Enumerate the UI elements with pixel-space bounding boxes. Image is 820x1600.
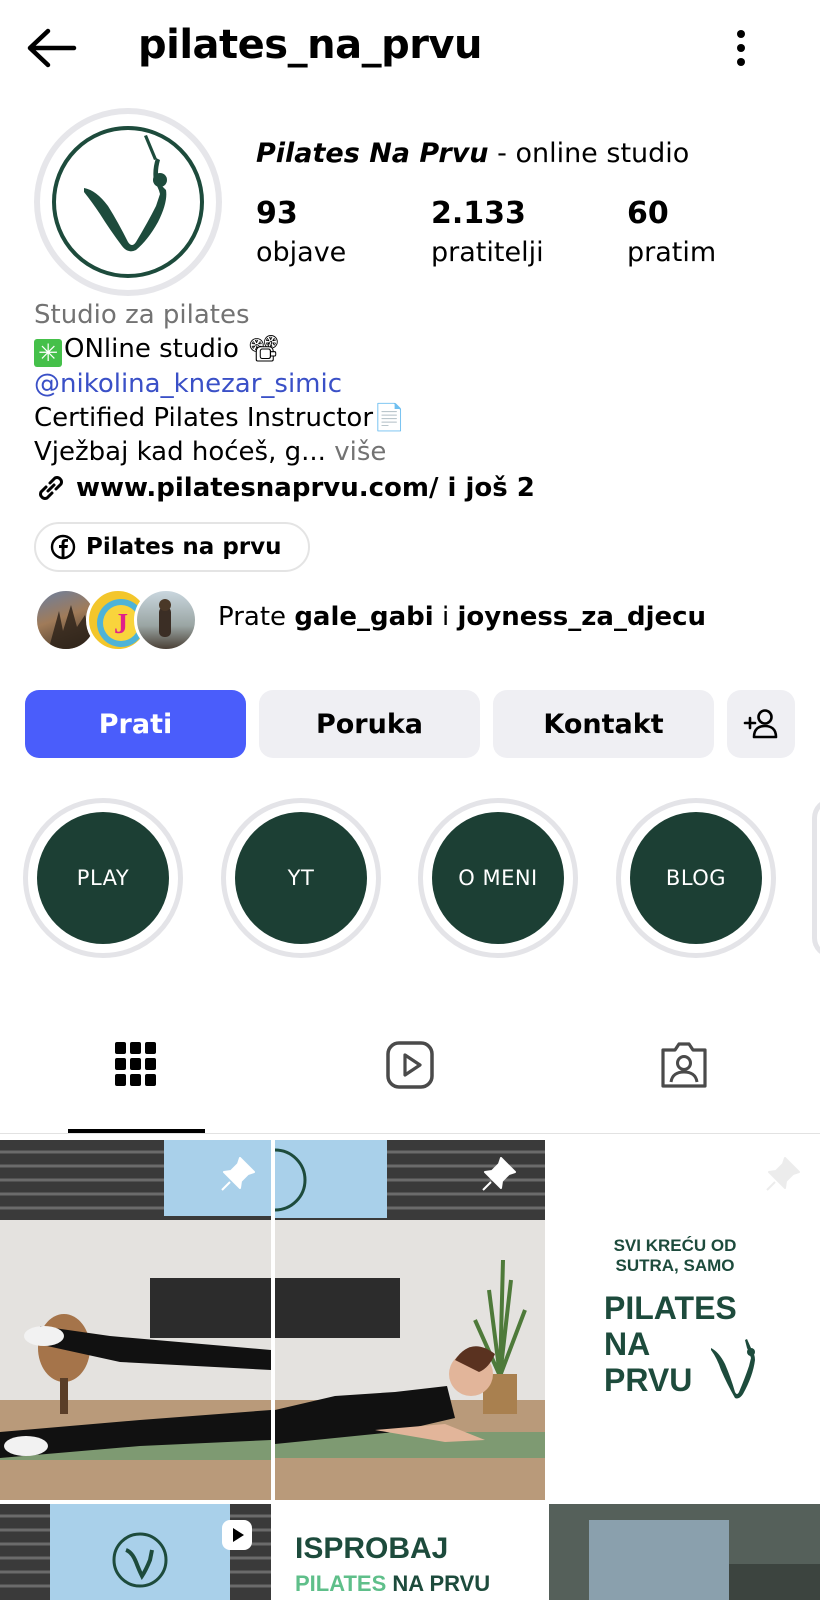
pin-icon xyxy=(221,1157,255,1191)
stat-followers-value: 2.133 xyxy=(431,196,526,231)
sparkle-icon: ✳ xyxy=(34,339,62,367)
highlight-next-peek[interactable] xyxy=(812,798,820,958)
profile-avatar[interactable] xyxy=(34,108,222,296)
stat-following[interactable]: 60 pratim xyxy=(627,196,716,268)
followed-by-user-2: joyness_za_djecu xyxy=(457,602,707,632)
add-person-icon xyxy=(743,709,778,739)
profile-full-name: Pilates Na Prvu - online studio xyxy=(256,138,689,169)
tab-tagged[interactable] xyxy=(548,1040,820,1130)
stat-followers[interactable]: 2.133 pratitelji xyxy=(431,196,544,268)
post-caption-small: SVI KREĆU OD SUTRA, SAMO xyxy=(549,1236,801,1276)
tabs-divider xyxy=(0,1133,820,1134)
reels-badge-icon xyxy=(222,1520,252,1550)
followed-by-prefix: Prate xyxy=(218,602,295,632)
highlight-label: O MENI xyxy=(432,812,564,944)
profile-category: Studio za pilates xyxy=(34,300,250,330)
highlight-play[interactable]: PLAY xyxy=(23,798,183,958)
post-caption-line: ISPROBAJ xyxy=(295,1532,449,1565)
followed-by-user-1: gale_gabi xyxy=(294,602,434,632)
post-caption-line: SUTRA, SAMO xyxy=(615,1256,735,1275)
highlight-label: YT xyxy=(235,812,367,944)
stat-posts[interactable]: 93 objave xyxy=(256,196,346,268)
highlight-o-meni[interactable]: O MENI xyxy=(418,798,578,958)
post-thumbnail[interactable] xyxy=(0,1140,271,1500)
pin-icon xyxy=(482,1157,516,1191)
followed-by[interactable]: J Prate gale_gabi i joyness_za_djecu xyxy=(34,586,794,654)
stat-following-label: pratim xyxy=(627,237,717,268)
post-caption-line: PILATES xyxy=(604,1290,737,1326)
stat-followers-label: pratitelji xyxy=(431,237,544,268)
facebook-page-chip[interactable]: Pilates na prvu xyxy=(34,522,310,572)
pilates-logo xyxy=(52,126,204,278)
follower-avatar xyxy=(134,588,198,652)
suggested-accounts-button[interactable] xyxy=(727,690,795,758)
bio-mention-link[interactable]: @nikolina_knezar_simic xyxy=(34,367,794,401)
post-caption-line: SVI KREĆU OD xyxy=(613,1236,737,1255)
contact-button[interactable]: Kontakt xyxy=(493,690,714,758)
tab-posts-grid[interactable] xyxy=(0,1040,272,1130)
bio-line-studio: ✳ ONline studio 📽 xyxy=(34,332,794,367)
profile-bio: Studio za pilates ✳ ONline studio 📽 @niko… xyxy=(34,298,794,505)
display-name: Pilates Na Prvu xyxy=(256,138,489,169)
more-vertical-icon[interactable] xyxy=(728,26,754,70)
post-thumbnail[interactable] xyxy=(0,1504,271,1600)
post-caption-line: PILATES NA PRVU xyxy=(295,1572,490,1596)
link-icon xyxy=(39,476,63,500)
bio-truncated-text: Vježbaj kad hoćeš, g... xyxy=(34,437,326,467)
profile-username: pilates_na_prvu xyxy=(138,22,482,68)
brand-figure-icon xyxy=(711,1339,755,1399)
bio-line-truncated: Vježbaj kad hoćeš, g... više xyxy=(34,435,794,469)
post-thumbnail[interactable] xyxy=(275,1140,545,1500)
followed-by-text: Prate gale_gabi i joyness_za_djecu xyxy=(218,602,706,632)
top-bar: pilates_na_prvu xyxy=(0,0,820,100)
post-caption-rest: NA PRVU xyxy=(386,1571,491,1596)
post-thumbnail[interactable]: SVI KREĆU OD SUTRA, SAMO PILATES NA PRVU xyxy=(549,1140,820,1500)
svg-text:J: J xyxy=(114,609,128,640)
facebook-icon xyxy=(50,534,76,560)
tagged-icon xyxy=(661,1042,707,1088)
more-link[interactable]: više xyxy=(326,437,386,467)
reels-icon xyxy=(386,1041,434,1089)
website-link-text: www.pilatesnaprvu.com/ i još 2 xyxy=(76,473,535,503)
bio-line-certified: Certified Pilates Instructor📄 xyxy=(34,403,406,433)
post-caption-accent: PILATES xyxy=(295,1571,387,1596)
grid-icon xyxy=(115,1042,156,1086)
followed-by-joiner: i xyxy=(433,602,458,632)
stat-posts-value: 93 xyxy=(256,196,298,231)
back-arrow-icon[interactable] xyxy=(24,24,80,72)
name-suffix: - online studio xyxy=(488,138,690,169)
tab-reels[interactable] xyxy=(274,1040,546,1130)
stat-posts-label: objave xyxy=(256,237,347,268)
post-thumbnail[interactable] xyxy=(549,1504,820,1600)
message-button[interactable]: Poruka xyxy=(259,690,480,758)
stat-following-value: 60 xyxy=(627,196,669,231)
mention-text: @nikolina_knezar_simic xyxy=(34,369,343,399)
post-thumbnail[interactable]: ISPROBAJ PILATES NA PRVU xyxy=(275,1504,545,1600)
follow-button[interactable]: Prati xyxy=(25,690,246,758)
website-link[interactable]: www.pilatesnaprvu.com/ i još 2 xyxy=(34,471,794,505)
highlight-blog[interactable]: BLOG xyxy=(616,798,776,958)
facebook-chip-label: Pilates na prvu xyxy=(86,534,282,560)
bio-line-studio-text: ONline studio 📽 xyxy=(64,334,281,364)
highlight-yt[interactable]: YT xyxy=(221,798,381,958)
pin-icon xyxy=(766,1157,800,1191)
highlight-label: BLOG xyxy=(630,812,762,944)
highlight-label: PLAY xyxy=(37,812,169,944)
